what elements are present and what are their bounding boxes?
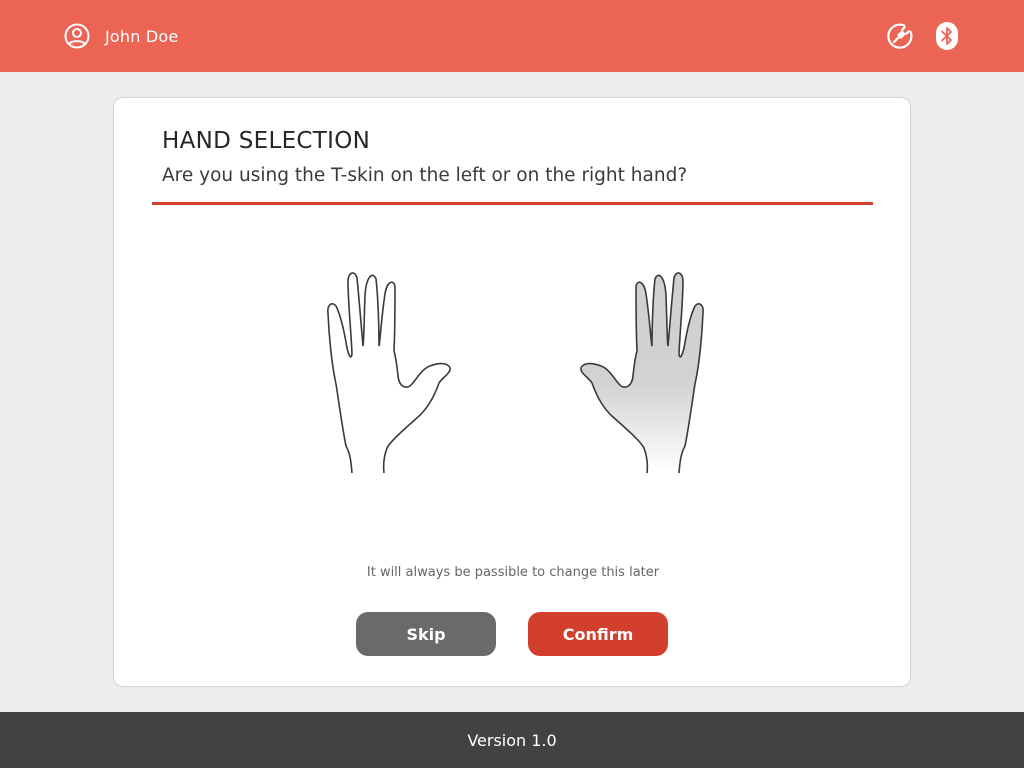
left-hand-option[interactable] [327, 268, 477, 478]
power-plug-icon[interactable] [885, 21, 915, 51]
confirm-button[interactable]: Confirm [528, 612, 668, 656]
user-name: John Doe [105, 26, 179, 46]
change-later-hint: It will always be passible to change thi… [366, 565, 660, 580]
hand-options [114, 268, 912, 508]
user-circle-icon [63, 22, 91, 50]
user-profile[interactable]: John Doe [63, 22, 178, 50]
dialog-title: HAND SELECTION [162, 128, 371, 154]
skip-button[interactable]: Skip [356, 612, 496, 656]
hand-selection-dialog: HAND SELECTION Are you using the T-skin … [113, 97, 911, 687]
right-hand-option[interactable] [554, 268, 704, 478]
top-bar: John Doe [0, 0, 1024, 72]
title-divider [152, 202, 873, 205]
dialog-question: Are you using the T-skin on the left or … [162, 165, 688, 186]
bluetooth-icon[interactable] [935, 21, 959, 51]
footer-bar: Version 1.0 [0, 712, 1024, 768]
version-label: Version 1.0 [467, 730, 557, 750]
